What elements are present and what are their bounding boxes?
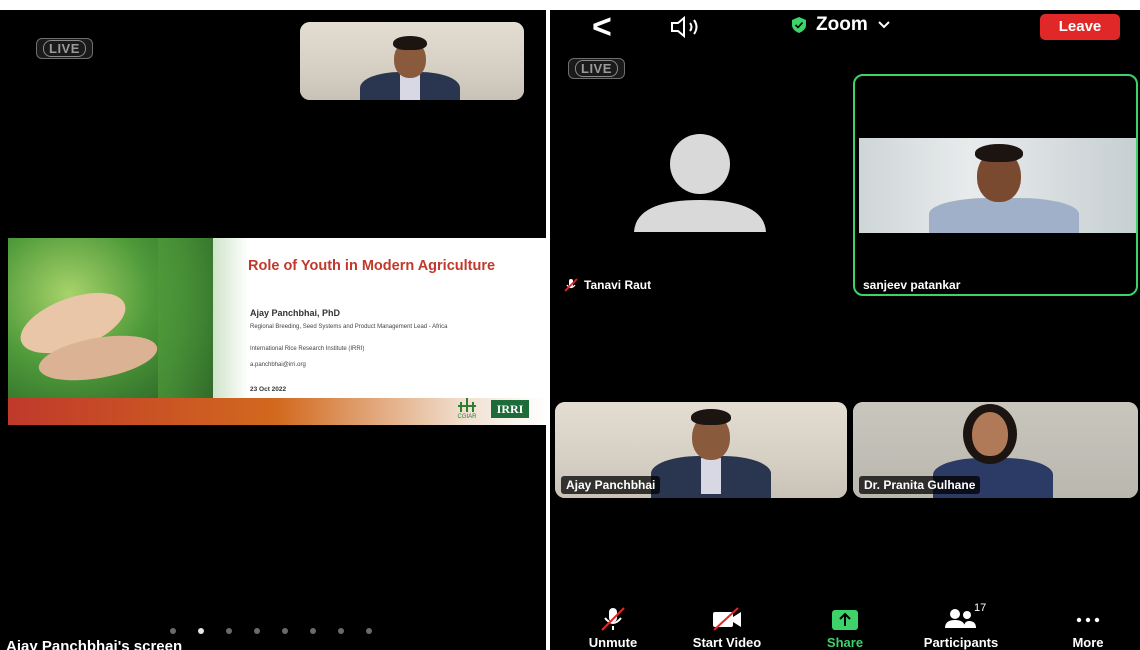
slide-email: a.panchbhai@irri.org bbox=[250, 362, 306, 368]
participant-tile-active[interactable]: sanjeev patankar bbox=[853, 74, 1138, 296]
page-dot[interactable] bbox=[338, 628, 344, 634]
participant-tile[interactable]: Dr. Pranita Gulhane bbox=[853, 402, 1138, 498]
page-dot[interactable] bbox=[282, 628, 288, 634]
more-dots-icon bbox=[1076, 617, 1100, 623]
participant-tile[interactable]: Ajay Panchbhai bbox=[555, 402, 847, 498]
share-arrow-icon bbox=[832, 610, 858, 630]
screen-owner-label: Ajay Panchbhai's screen bbox=[6, 638, 183, 650]
top-bar: < Zoom Leave bbox=[550, 10, 1140, 50]
presentation-slide: Role of Youth in Modern Agriculture Ajay… bbox=[8, 238, 546, 425]
irri-logo: IRRI bbox=[491, 400, 529, 418]
screen-share-view: LIVE Role of Youth in Modern Agriculture… bbox=[0, 10, 546, 650]
page-dot[interactable] bbox=[170, 628, 176, 634]
participant-name: sanjeev patankar bbox=[863, 278, 961, 292]
participant-name: Tanavi Raut bbox=[564, 278, 651, 292]
leave-button[interactable]: Leave bbox=[1040, 14, 1120, 40]
chevron-down-icon bbox=[878, 21, 890, 29]
share-button[interactable]: Share bbox=[790, 606, 900, 650]
page-indicator[interactable] bbox=[170, 628, 372, 634]
back-chevron-icon[interactable]: < bbox=[592, 10, 612, 44]
meeting-toolbar: Unmute Start Video Share 17 Participants… bbox=[550, 602, 1140, 650]
unmute-button[interactable]: Unmute bbox=[558, 606, 668, 650]
slide-author: Ajay Panchbhai, PhD bbox=[250, 308, 341, 318]
participant-video bbox=[859, 138, 1136, 233]
more-button[interactable]: More bbox=[1038, 606, 1138, 650]
page-dot[interactable] bbox=[226, 628, 232, 634]
speaker-icon[interactable] bbox=[670, 16, 710, 38]
page-dot[interactable] bbox=[310, 628, 316, 634]
video-off-icon bbox=[713, 607, 741, 631]
slide-institute: International Rice Research Institute (I… bbox=[250, 346, 365, 352]
participant-tile[interactable]: Tanavi Raut bbox=[550, 74, 850, 296]
page-dot-active[interactable] bbox=[198, 628, 204, 634]
slide-date: 23 Oct 2022 bbox=[250, 386, 287, 393]
slide-role: Regional Breeding, Seed Systems and Prod… bbox=[250, 324, 448, 330]
mic-muted-icon bbox=[564, 278, 578, 292]
slide-title: Role of Youth in Modern Agriculture bbox=[248, 258, 496, 274]
page-dot[interactable] bbox=[254, 628, 260, 634]
live-badge: LIVE bbox=[36, 38, 93, 59]
meeting-title[interactable]: Zoom bbox=[792, 14, 890, 36]
participant-name: Dr. Pranita Gulhane bbox=[859, 476, 981, 494]
page-dot[interactable] bbox=[366, 628, 372, 634]
speaker-thumbnail[interactable] bbox=[300, 22, 524, 100]
participant-name: Ajay Panchbhai bbox=[561, 476, 661, 494]
start-video-button[interactable]: Start Video bbox=[672, 606, 782, 650]
avatar-placeholder-icon bbox=[634, 134, 766, 232]
cgiar-logo: CGIAR bbox=[452, 398, 482, 420]
shield-icon bbox=[792, 17, 806, 33]
gallery-view: < Zoom Leave LIVE Tanavi Raut sanjeev pa… bbox=[550, 10, 1140, 650]
participants-button[interactable]: 17 Participants bbox=[906, 602, 1016, 650]
mic-muted-icon bbox=[601, 607, 625, 631]
participant-count-badge: 17 bbox=[974, 602, 987, 614]
